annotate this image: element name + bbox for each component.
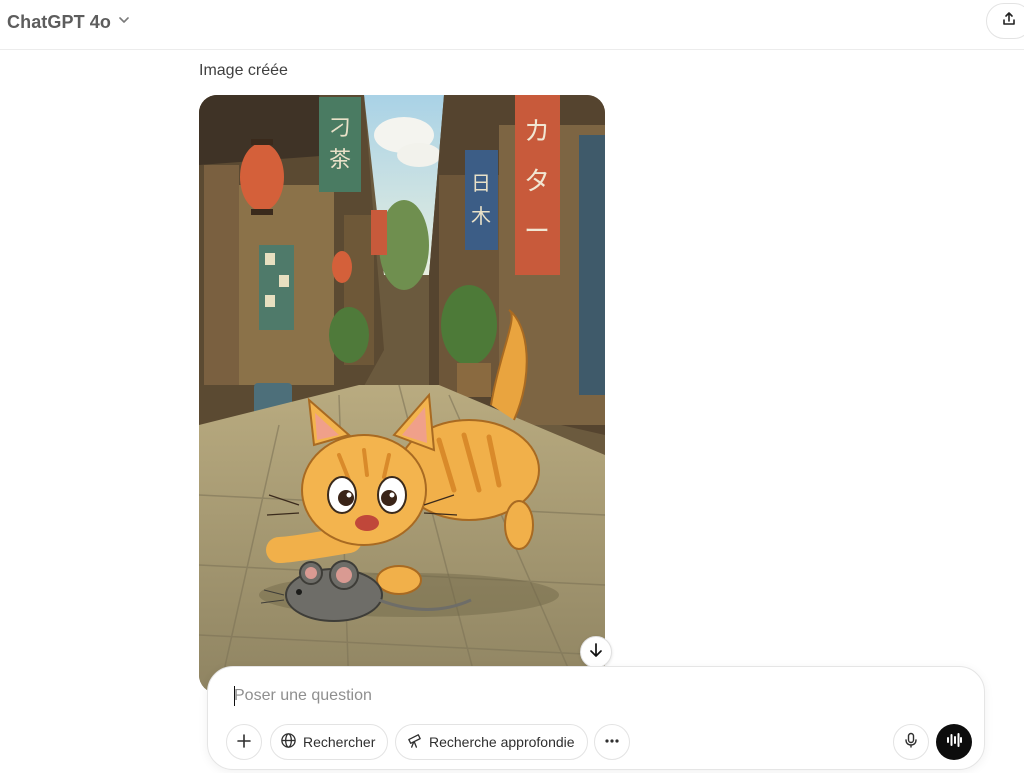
ellipsis-icon bbox=[604, 733, 620, 752]
more-tools-button[interactable] bbox=[594, 724, 630, 760]
top-bar: ChatGPT 4o bbox=[0, 0, 1024, 50]
share-upload-icon bbox=[1001, 11, 1017, 32]
prompt-input[interactable] bbox=[234, 683, 834, 709]
globe-icon bbox=[280, 732, 297, 752]
search-button-label: Rechercher bbox=[303, 734, 376, 750]
model-name: ChatGPT 4o bbox=[7, 11, 112, 32]
microphone-icon bbox=[903, 732, 919, 753]
dictate-button[interactable] bbox=[893, 724, 929, 760]
model-switcher[interactable]: ChatGPT 4o bbox=[7, 10, 131, 34]
deep-research-button-label: Recherche approfondie bbox=[429, 734, 575, 750]
arrow-down-icon bbox=[588, 642, 604, 663]
plus-icon bbox=[236, 733, 252, 752]
svg-text:タ: タ bbox=[524, 167, 550, 197]
image-status-text: Image créée bbox=[199, 62, 288, 79]
text-caret bbox=[234, 686, 235, 706]
telescope-icon bbox=[406, 732, 423, 752]
search-button[interactable]: Rechercher bbox=[270, 724, 389, 760]
deep-research-button[interactable]: Recherche approfondie bbox=[395, 724, 588, 760]
svg-text:日: 日 bbox=[471, 171, 491, 195]
scroll-down-button[interactable] bbox=[580, 636, 612, 668]
svg-text:ー: ー bbox=[524, 217, 550, 247]
composer: Rechercher Recherche approfondie bbox=[207, 666, 985, 770]
svg-text:茶: 茶 bbox=[329, 148, 351, 173]
svg-text:カ: カ bbox=[524, 117, 550, 147]
svg-text:刁: 刁 bbox=[329, 116, 351, 141]
voice-mode-button[interactable] bbox=[936, 724, 972, 760]
share-button[interactable] bbox=[986, 3, 1024, 39]
add-button[interactable] bbox=[226, 724, 262, 760]
generated-image[interactable]: 刁 茶 日 木 カ タ ー bbox=[199, 95, 605, 693]
svg-text:木: 木 bbox=[471, 204, 491, 228]
chevron-down-icon bbox=[117, 13, 131, 32]
voice-waveform-icon bbox=[945, 731, 963, 754]
